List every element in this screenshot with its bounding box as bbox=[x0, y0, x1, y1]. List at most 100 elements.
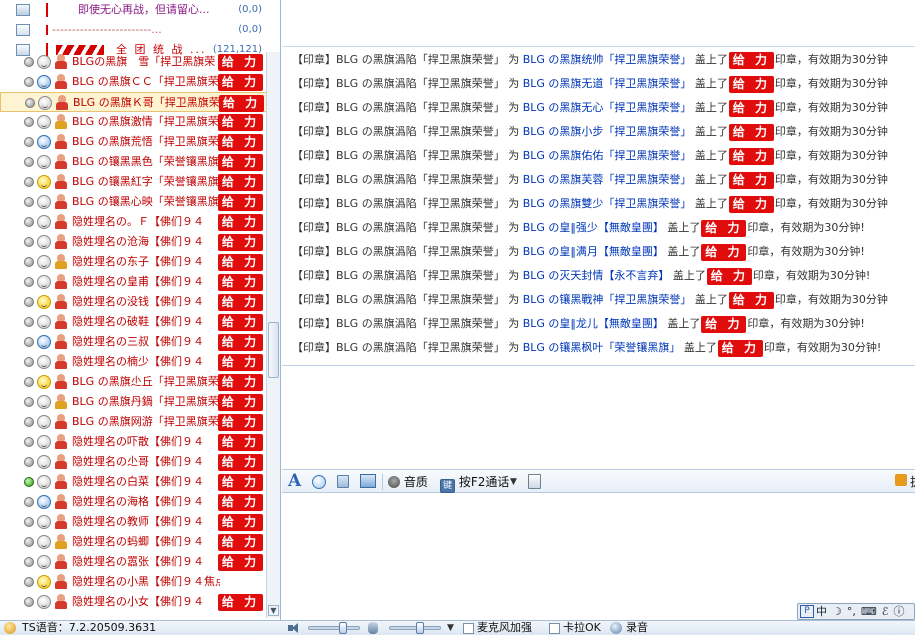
message-target: BLG の灭天封情【永不言弃】 bbox=[522, 269, 670, 282]
offline-status-icon bbox=[24, 357, 34, 367]
member-name: 隐姓埋名の小女【佛们９４ bbox=[72, 595, 204, 608]
scroll-down-arrow-icon[interactable]: ▼ bbox=[268, 605, 279, 616]
group-name: -------------------------... bbox=[52, 23, 162, 36]
message-line: 【印章】BLG の黑旗潙陷「捍卫黑旗荣誉」 为 BLG の黑旗无心「捍卫黑旗荣誉… bbox=[282, 96, 915, 120]
record-icon[interactable] bbox=[610, 622, 622, 634]
member-row[interactable]: 隐姓埋名の皇甫【佛们９４ 给 力 bbox=[0, 272, 268, 292]
message-action: 盖上了 bbox=[691, 77, 728, 90]
ime-item[interactable]: °, bbox=[847, 605, 856, 618]
emoji-icon[interactable] bbox=[312, 475, 326, 489]
geili-stamp-badge: 给 力 bbox=[706, 267, 752, 285]
offline-status-icon bbox=[24, 237, 34, 247]
ime-item[interactable]: ☽ bbox=[832, 605, 842, 618]
ime-toolbar[interactable]: P 中 ☽ °, ⌨ ℰⓘ bbox=[797, 603, 915, 620]
scroll-thumb[interactable] bbox=[268, 322, 279, 378]
user-avatar-icon bbox=[54, 454, 68, 470]
mic-volume-slider[interactable] bbox=[389, 622, 441, 634]
member-row[interactable]: 隐姓埋名の吓散【佛们９４ 给 力 bbox=[0, 432, 268, 452]
speaker-icon[interactable] bbox=[287, 622, 299, 634]
member-row[interactable]: 隐姓埋名の小黑【佛们９４焦点】 bbox=[0, 572, 268, 592]
member-list: BLGの黑旗 雪「捍卫黑旗荣给 力 BLG の黑旗ＣＣ「捍卫黑旗荣给 力 BLG の… bbox=[0, 52, 268, 612]
karaoke-checkbox[interactable] bbox=[549, 623, 560, 634]
member-row[interactable]: BLG の黑旗激情「捍卫黑旗荣给 力 bbox=[0, 112, 268, 132]
member-row[interactable]: 隐姓埋名の白菜【佛们９４ 给 力 bbox=[0, 472, 268, 492]
geili-badge: 给 力 bbox=[218, 594, 263, 611]
user-avatar-icon bbox=[54, 494, 68, 510]
member-row[interactable]: BLG の镶黑黑色「荣誉镶黑旗给 力 bbox=[0, 152, 268, 172]
smiley-face-icon bbox=[37, 235, 51, 249]
slider-knob[interactable] bbox=[339, 622, 347, 634]
ts-logo-icon bbox=[4, 622, 16, 634]
geili-stamp-badge: 给 力 bbox=[701, 315, 747, 333]
geili-badge: 给 力 bbox=[218, 534, 263, 551]
message-line: 【印章】BLG の黑旗潙陷「捍卫黑旗荣誉」 为 BLG の皇‖强少【無敵皇團】 … bbox=[282, 216, 915, 240]
member-row[interactable]: 隐姓埋名の东子【佛们９４ 给 力 bbox=[0, 252, 268, 272]
member-row[interactable]: 隐姓埋名の楠少【佛们９４ 给 力 bbox=[0, 352, 268, 372]
geili-stamp-badge: 给 力 bbox=[728, 75, 774, 93]
clear-icon[interactable] bbox=[337, 475, 349, 488]
ime-item[interactable]: ⌨ bbox=[861, 605, 877, 618]
mic-dropdown-icon[interactable]: ▼ bbox=[447, 621, 454, 635]
font-icon[interactable]: A bbox=[288, 473, 301, 491]
message-line: 【印章】BLG の黑旗潙陷「捍卫黑旗荣誉」 为 BLG の黑旗芙蓉「捍卫黑旗荣誉… bbox=[282, 168, 915, 192]
mic-boost-label[interactable]: 麦克风加强 bbox=[477, 621, 532, 635]
ime-logo-icon[interactable]: P bbox=[800, 605, 814, 618]
member-row[interactable]: BLG の镶黑紅字「荣誉镶黑旗给 力 bbox=[0, 172, 268, 192]
member-name: 隐姓埋名の蚂蝍【佛们９４ bbox=[72, 535, 204, 548]
member-row[interactable]: 隐姓埋名の沧海【佛们９４ 给 力 bbox=[0, 232, 268, 252]
karaoke-label[interactable]: 卡拉OK bbox=[563, 621, 601, 635]
member-row[interactable]: BLGの黑旗 雪「捍卫黑旗荣给 力 bbox=[0, 52, 268, 72]
smiley-face-icon bbox=[37, 595, 51, 609]
member-row[interactable]: 隐姓埋名の嚣张【佛们９４ 给 力 bbox=[0, 552, 268, 572]
group-row-2[interactable]: -------------------------... (0,0) bbox=[0, 20, 268, 40]
member-row[interactable]: 隐姓埋名の三叔【佛们９４ 给 力 bbox=[0, 332, 268, 352]
ime-item[interactable]: ℰ bbox=[882, 605, 889, 618]
push-to-talk-button[interactable]: 键 按F2通话 bbox=[440, 473, 509, 493]
slider-knob[interactable] bbox=[416, 622, 424, 634]
push-to-talk-dropdown-icon[interactable]: ▼ bbox=[510, 473, 517, 491]
member-scrollbar[interactable]: ▼ bbox=[266, 52, 280, 618]
member-row[interactable]: BLG の黑旗Ｋ哥「捍卫黑旗荣给 力 bbox=[0, 92, 268, 112]
toolbar-right-label[interactable]: 拔 bbox=[910, 473, 915, 491]
smiley-face-icon bbox=[38, 96, 52, 110]
gift-icon[interactable] bbox=[894, 473, 908, 489]
away-face-icon bbox=[37, 375, 51, 389]
offline-status-icon bbox=[24, 177, 34, 187]
member-row[interactable]: BLG の黑旗尐丘「捍卫黑旗荣给 力 bbox=[0, 372, 268, 392]
clipboard-icon[interactable] bbox=[528, 474, 541, 489]
record-label[interactable]: 录音 bbox=[626, 621, 648, 635]
offline-status-icon bbox=[24, 217, 34, 227]
message-target: BLG の黑旗雙少「捍卫黑旗荣誉」 bbox=[522, 197, 692, 210]
member-row[interactable]: BLG の镶黑心映「荣誉镶黑旗给 力 bbox=[0, 192, 268, 212]
member-row[interactable]: BLG の黑旗ＣＣ「捍卫黑旗荣给 力 bbox=[0, 72, 268, 92]
message-log: 【印章】BLG の黑旗潙陷「捍卫黑旗荣誉」 为 BLG の黑旗统帅「捍卫黑旗荣誉… bbox=[282, 48, 915, 366]
microphone-icon[interactable] bbox=[368, 622, 378, 634]
ime-item[interactable]: ⓘ bbox=[893, 605, 904, 618]
member-row[interactable]: 隐姓埋名の蚂蝍【佛们９４ 给 力 bbox=[0, 532, 268, 552]
offline-status-icon bbox=[24, 317, 34, 327]
member-row[interactable]: BLG の黑旗丹鍋「捍卫黑旗荣给 力 bbox=[0, 392, 268, 412]
mic-boost-checkbox[interactable] bbox=[463, 623, 474, 634]
member-row[interactable]: BLG の黑旗网游「捍卫黑旗荣给 力 bbox=[0, 412, 268, 432]
geili-stamp-badge: 给 力 bbox=[701, 243, 747, 261]
member-row[interactable]: 隐姓埋名の尐哥【佛们９４ 给 力 bbox=[0, 452, 268, 472]
member-row[interactable]: 隐姓埋名の海格【佛们９４ 给 力 bbox=[0, 492, 268, 512]
away-face-icon bbox=[37, 575, 51, 589]
group-row-1[interactable]: 即使无心再战，但请留心... (0,0) bbox=[0, 0, 268, 20]
member-row[interactable]: 隐姓埋名の。Ｆ【佛们９４ 给 力 bbox=[0, 212, 268, 232]
user-avatar-icon bbox=[54, 254, 68, 270]
message-input[interactable] bbox=[282, 494, 915, 620]
member-row[interactable]: 隐姓埋名の教师【佛们９４ 给 力 bbox=[0, 512, 268, 532]
screenshot-icon[interactable] bbox=[360, 474, 376, 488]
speaker-volume-slider[interactable] bbox=[308, 622, 360, 634]
message-line: 【印章】BLG の黑旗潙陷「捍卫黑旗荣誉」 为 BLG の镶黑戰神「捍卫黑旗荣誉… bbox=[282, 288, 915, 312]
member-row[interactable]: BLG の黑旗荒悟「捍卫黑旗荣给 力 bbox=[0, 132, 268, 152]
member-row[interactable]: 隐姓埋名の没钱【佛们９４ 给 力 bbox=[0, 292, 268, 312]
message-line: 【印章】BLG の黑旗潙陷「捍卫黑旗荣誉」 为 BLG の灭天封情【永不言弃】 … bbox=[282, 264, 915, 288]
ime-item[interactable]: 中 bbox=[816, 605, 827, 618]
voice-quality-button[interactable]: 音质 bbox=[388, 473, 428, 491]
geili-badge: 给 力 bbox=[218, 434, 263, 451]
member-row[interactable]: 隐姓埋名の小女【佛们９４ 给 力 bbox=[0, 592, 268, 612]
member-row[interactable]: 隐姓埋名の破鞋【佛们９４ 给 力 bbox=[0, 312, 268, 332]
user-avatar-icon bbox=[54, 74, 68, 90]
